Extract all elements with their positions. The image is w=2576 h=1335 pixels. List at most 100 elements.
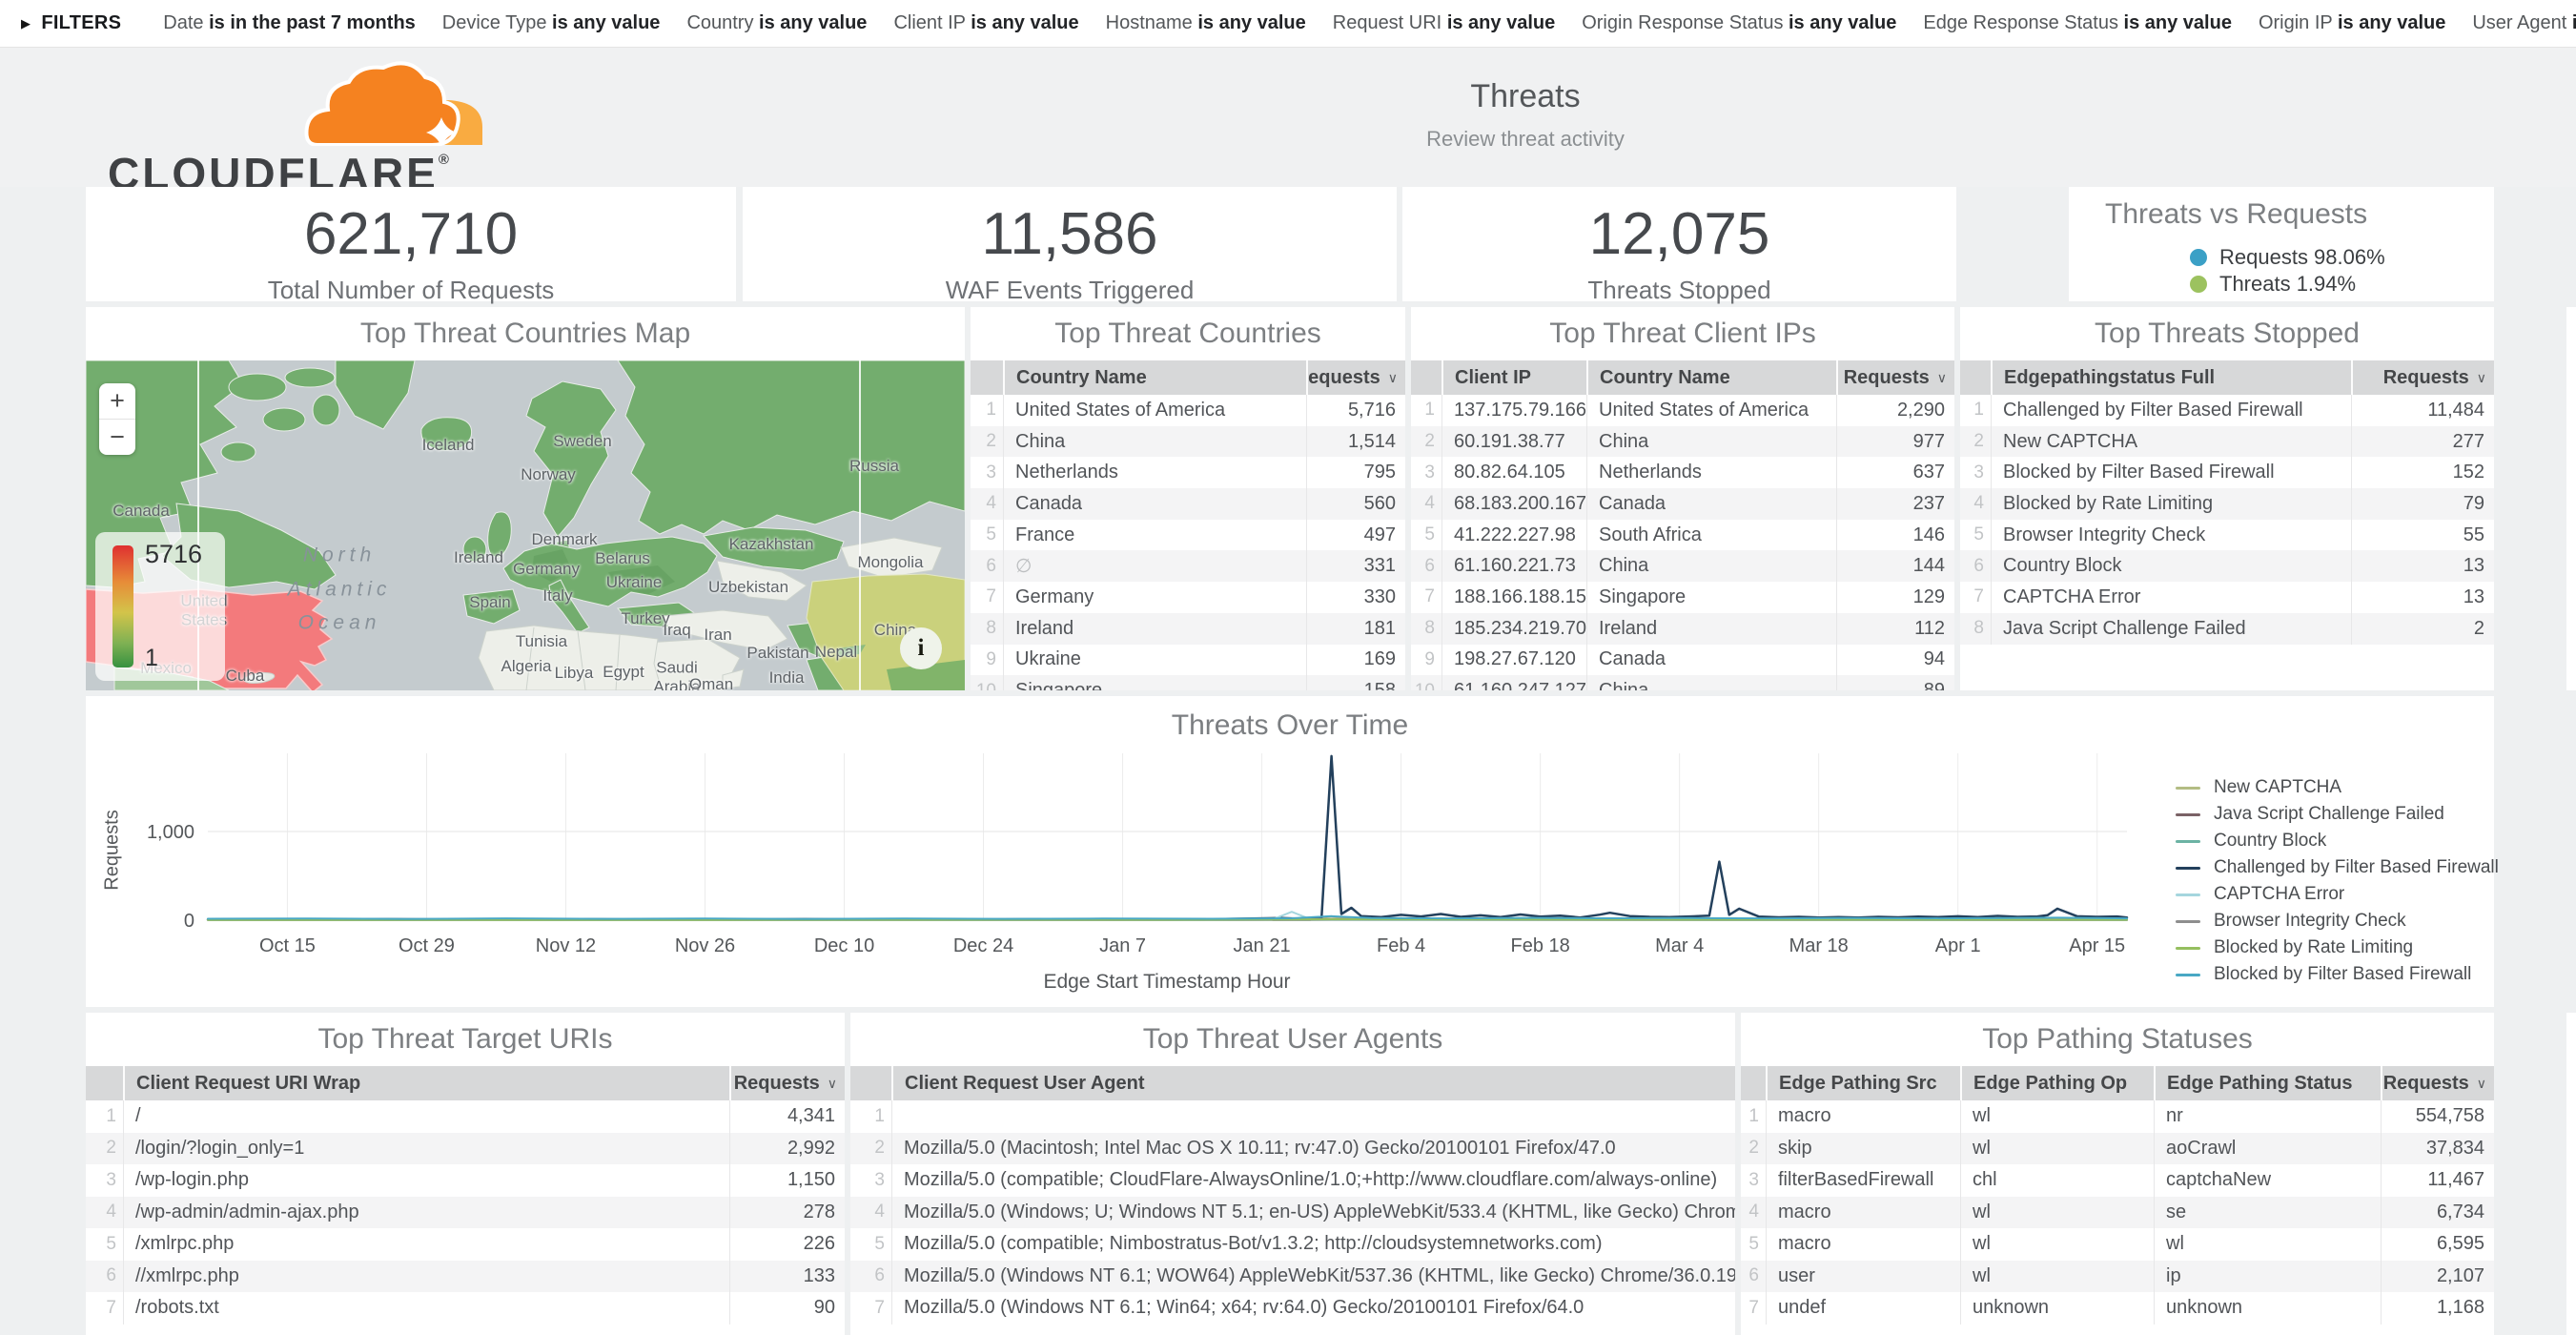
table-row[interactable]: 9198.27.67.120Canada94 [1411,645,1954,676]
table-row[interactable]: 5Browser Integrity Check55 [1960,520,2494,551]
table-row[interactable]: 468.183.200.167Canada237 [1411,488,1954,520]
filter-item[interactable]: Device Type is any value [442,12,661,34]
table-row[interactable]: 5France497 [971,520,1405,551]
table-row[interactable]: 2/login/?login_only=12,992 [86,1133,845,1165]
filter-item[interactable]: Date is in the past 7 months [163,12,416,34]
table-row[interactable]: 3Mozilla/5.0 (compatible; CloudFlare-Alw… [850,1164,1735,1197]
table-row[interactable]: 8185.234.219.70Ireland112 [1411,613,1954,645]
table-row[interactable]: 6userwlip2,107 [1741,1261,2494,1293]
filter-item[interactable]: Client IP is any value [893,12,1078,34]
world-map[interactable]: CanadaUnited StatesMexicoCubaIcelandSwed… [86,360,965,690]
table-row[interactable]: 5/xmlrpc.php226 [86,1228,845,1261]
table-row[interactable]: 8Java Script Challenge Failed2 [1960,613,2494,645]
row-number: 7 [850,1292,891,1325]
map-zoom-out-button[interactable]: − [99,419,135,455]
column-header[interactable]: Requests∨ [729,1066,845,1100]
table-row[interactable]: 6Country Block13 [1960,550,2494,582]
filter-item[interactable]: Country is any value [686,12,867,34]
column-header[interactable]: Client IP [1441,360,1586,395]
table-row[interactable]: 2skipwlaoCrawl37,834 [1741,1133,2494,1165]
filter-item[interactable]: User Agent is any value [2472,12,2576,34]
column-header[interactable]: Requests∨ [2381,1066,2494,1100]
chart-legend-item[interactable]: Country Block [2176,828,2499,854]
table-row[interactable]: 541.222.227.98South Africa146 [1411,520,1954,551]
chart-legend-item[interactable]: New CAPTCHA [2176,774,2499,801]
table-row[interactable]: 3/wp-login.php1,150 [86,1164,845,1197]
table-row[interactable]: 3filterBasedFirewallchlcaptchaNew11,467 [1741,1164,2494,1197]
column-header[interactable]: Client Request User Agent [891,1066,1735,1100]
table-row[interactable]: 3Blocked by Filter Based Firewall152 [1960,457,2494,488]
table-row[interactable]: 3Netherlands795 [971,457,1405,488]
chart-legend-item[interactable]: Java Script Challenge Failed [2176,801,2499,828]
table-row[interactable]: 1 [850,1100,1735,1133]
filter-item[interactable]: Request URI is any value [1333,12,1555,34]
column-header[interactable]: Requests∨ [1836,360,1954,395]
filter-item[interactable]: Edge Response Status is any value [1923,12,2232,34]
column-header[interactable]: Edge Pathing Op [1960,1066,2154,1100]
cell: 61.160.221.73 [1441,550,1586,582]
table-row[interactable]: 2New CAPTCHA277 [1960,426,2494,458]
threats-over-time-chart[interactable]: 01,000Oct 15Oct 29Nov 12Nov 26Dec 10Dec … [86,696,2494,1007]
table-row[interactable]: 7/robots.txt90 [86,1292,845,1325]
map-info-icon[interactable]: i [900,627,942,669]
row-number: 5 [971,520,1003,551]
table-row[interactable]: 6//xmlrpc.php133 [86,1261,845,1293]
cell [891,1100,1735,1133]
table-row[interactable]: 8Ireland181 [971,613,1405,645]
chart-legend-item[interactable]: CAPTCHA Error [2176,881,2499,908]
table-row[interactable]: 4/wp-admin/admin-ajax.php278 [86,1197,845,1229]
row-number: 4 [971,488,1003,520]
column-header[interactable]: Requests∨ [2351,360,2494,395]
table-row[interactable]: 4macrowlse6,734 [1741,1197,2494,1229]
cell: 79 [2351,488,2494,520]
table-row[interactable]: 7CAPTCHA Error13 [1960,582,2494,613]
table-row[interactable]: 7Germany330 [971,582,1405,613]
table-row[interactable]: 1United States of America5,716 [971,395,1405,426]
table-row[interactable]: 9Ukraine169 [971,645,1405,676]
table-row[interactable]: 4Canada560 [971,488,1405,520]
chart-legend-item[interactable]: Blocked by Filter Based Firewall [2176,961,2499,988]
table-row[interactable]: 7Mozilla/5.0 (Windows NT 6.1; Win64; x64… [850,1292,1735,1325]
table-row[interactable]: 260.191.38.77China977 [1411,426,1954,458]
x-tick-label: Mar 18 [1789,935,1849,956]
chart-legend-item[interactable]: Challenged by Filter Based Firewall [2176,854,2499,881]
column-header[interactable]: Client Request URI Wrap [123,1066,729,1100]
column-header[interactable]: Country Name [1003,360,1306,395]
table-row[interactable]: 2China1,514 [971,426,1405,458]
table-row[interactable]: 661.160.221.73China144 [1411,550,1954,582]
table-row[interactable]: 10Singapore158 [971,675,1405,690]
table-row[interactable]: 6Mozilla/5.0 (Windows NT 6.1; WOW64) App… [850,1261,1735,1293]
map-zoom-in-button[interactable]: + [99,383,135,419]
panel-threats-vs-requests: Threats vs Requests Requests 98.06%Threa… [2069,187,2494,301]
table-row[interactable]: 4Mozilla/5.0 (Windows; U; Windows NT 5.1… [850,1197,1735,1229]
stat-value: 12,075 [1402,200,1956,268]
table-row[interactable]: 1137.175.79.166United States of America2… [1411,395,1954,426]
column-header[interactable]: Edge Pathing Src [1766,1066,1960,1100]
chart-legend-item[interactable]: Blocked by Rate Limiting [2176,934,2499,961]
table-row[interactable]: 2Mozilla/5.0 (Macintosh; Intel Mac OS X … [850,1133,1735,1165]
filter-item[interactable]: Origin IP is any value [2259,12,2445,34]
table-row[interactable]: 1Challenged by Filter Based Firewall11,4… [1960,395,2494,426]
table-row[interactable]: 380.82.64.105Netherlands637 [1411,457,1954,488]
table-row[interactable]: 1/4,341 [86,1100,845,1133]
table-row[interactable]: 6∅331 [971,550,1405,582]
cell: 331 [1306,550,1405,582]
filters-toggle[interactable]: ▶ FILTERS [21,12,121,34]
table-row[interactable]: 1macrowlnr554,758 [1741,1100,2494,1133]
cell: macro [1766,1100,1960,1133]
x-axis-label: Edge Start Timestamp Hour [1043,971,1290,994]
table-row[interactable]: 7undefunknownunknown1,168 [1741,1292,2494,1325]
filter-item[interactable]: Hostname is any value [1106,12,1306,34]
column-header[interactable]: Edgepathingstatus Full [1991,360,2351,395]
column-header[interactable]: Requests∨ [1306,360,1405,395]
table-row[interactable]: 7188.166.188.152Singapore129 [1411,582,1954,613]
table-row[interactable]: 1061.160.247.127China89 [1411,675,1954,690]
table-row[interactable]: 4Blocked by Rate Limiting79 [1960,488,2494,520]
column-header[interactable]: Country Name [1586,360,1836,395]
table-row[interactable]: 5Mozilla/5.0 (compatible; Nimbostratus-B… [850,1228,1735,1261]
chart-legend-item[interactable]: Browser Integrity Check [2176,908,2499,934]
cell: skip [1766,1133,1960,1165]
column-header[interactable]: Edge Pathing Status [2154,1066,2381,1100]
filter-item[interactable]: Origin Response Status is any value [1582,12,1896,34]
table-row[interactable]: 5macrowlwl6,595 [1741,1228,2494,1261]
